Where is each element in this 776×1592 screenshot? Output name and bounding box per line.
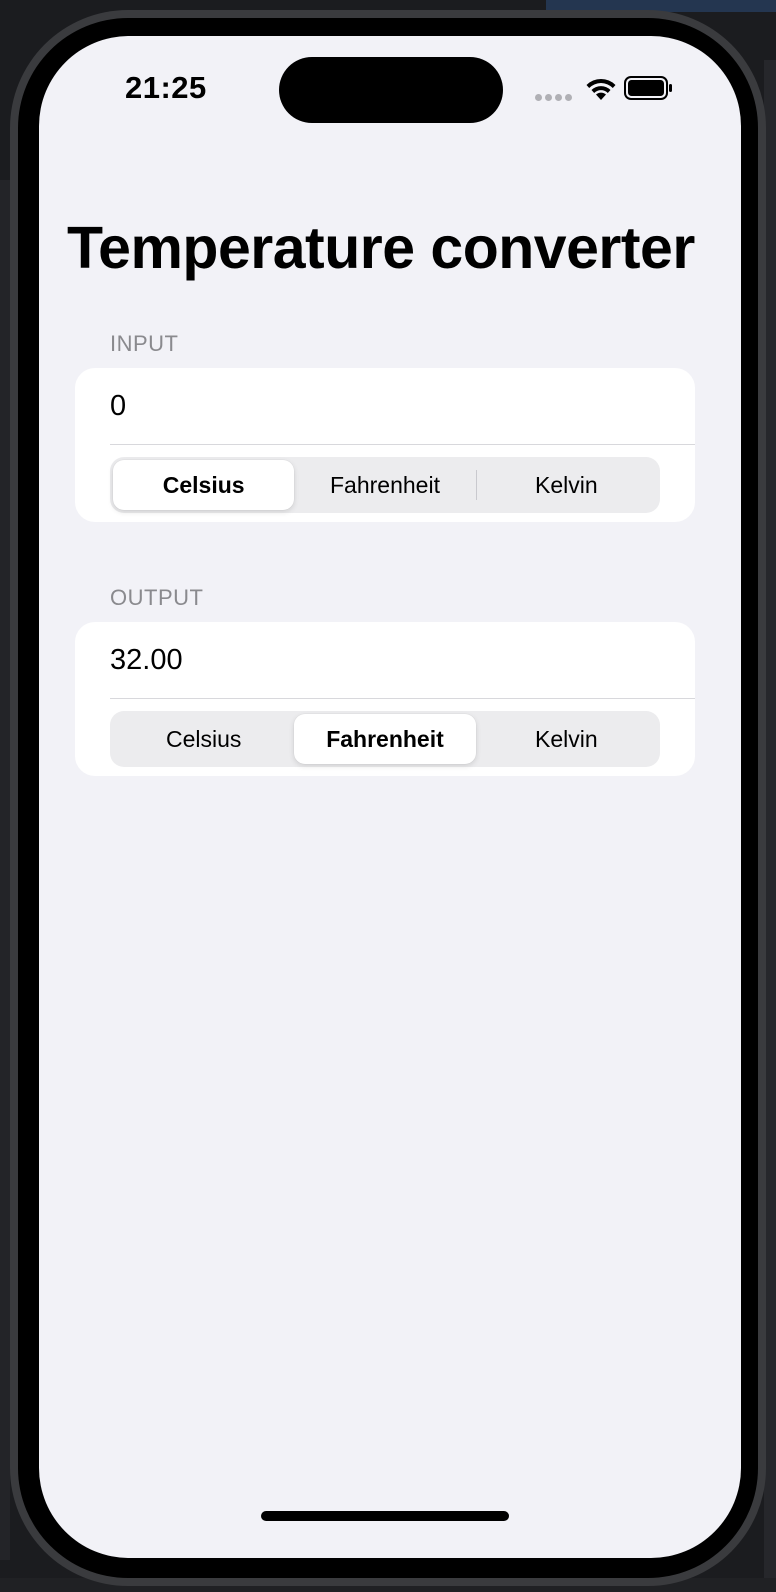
input-card: 0 Celsius Fahrenheit Kelvin: [75, 368, 695, 522]
app-screen: 21:25 Temperature converter INPUT 0 Cels…: [39, 36, 741, 1558]
page-title: Temperature converter: [67, 215, 695, 281]
output-unit-picker[interactable]: Celsius Fahrenheit Kelvin: [110, 711, 660, 767]
battery-icon: [624, 76, 672, 100]
input-unit-kelvin[interactable]: Kelvin: [476, 460, 657, 510]
output-card: 32.00 Celsius Fahrenheit Kelvin: [75, 622, 695, 776]
output-value: 32.00: [110, 644, 183, 676]
dynamic-island: [279, 57, 503, 123]
input-section-header: INPUT: [110, 331, 179, 356]
desktop-background-strip: [0, 180, 10, 1560]
input-unit-celsius[interactable]: Celsius: [113, 460, 295, 510]
output-section-header: OUTPUT: [110, 585, 204, 610]
output-unit-celsius[interactable]: Celsius: [113, 714, 294, 764]
divider: [110, 698, 695, 699]
cellular-signal-icon: [535, 94, 575, 102]
input-unit-fahrenheit[interactable]: Fahrenheit: [294, 460, 475, 510]
wifi-icon: [586, 78, 616, 100]
input-unit-picker[interactable]: Celsius Fahrenheit Kelvin: [110, 457, 660, 513]
divider: [110, 444, 695, 445]
output-unit-fahrenheit[interactable]: Fahrenheit: [294, 714, 476, 764]
input-value-field[interactable]: 0: [110, 390, 126, 423]
output-unit-kelvin[interactable]: Kelvin: [476, 714, 657, 764]
home-indicator[interactable]: [261, 1511, 509, 1521]
status-time: 21:25: [125, 70, 207, 105]
status-bar: 21:25: [39, 36, 741, 146]
segment-separator: [476, 470, 477, 500]
